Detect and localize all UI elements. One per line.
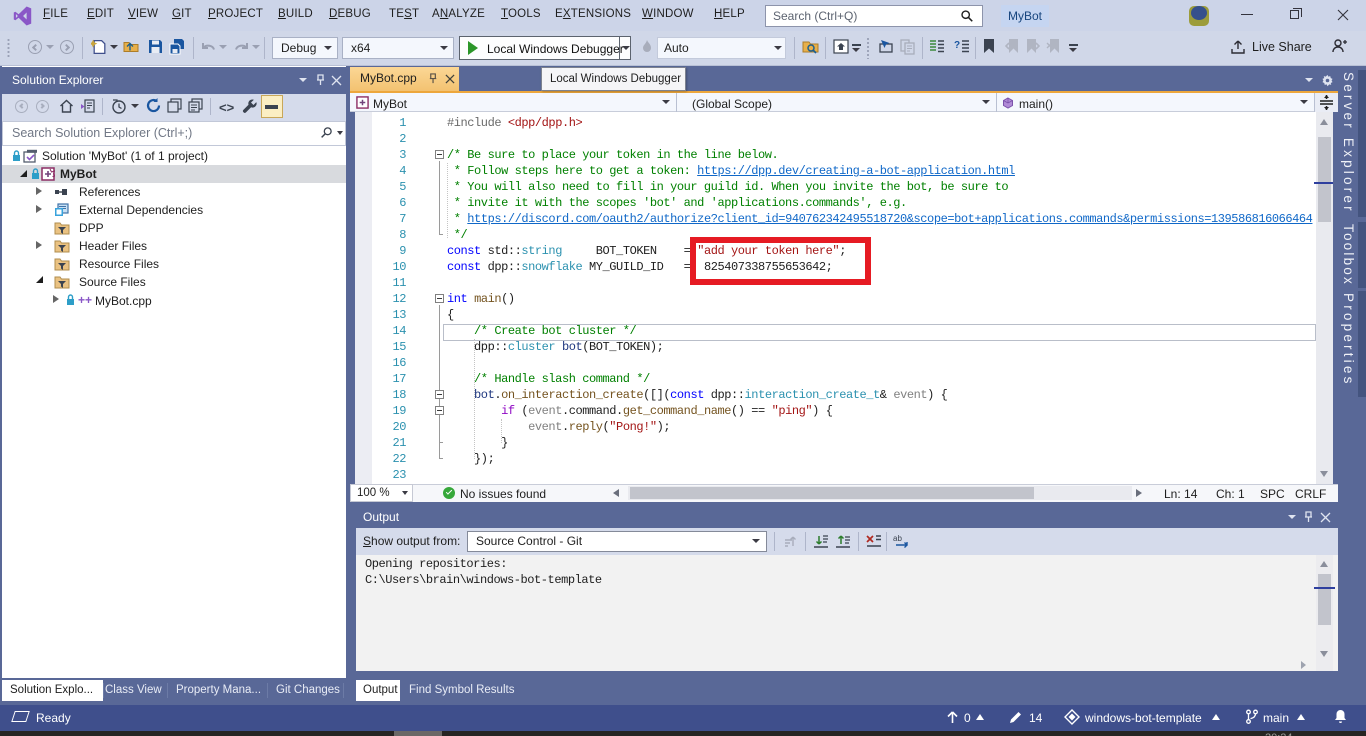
svg-text:ab: ab — [893, 534, 902, 543]
svg-text:?: ? — [954, 40, 960, 51]
